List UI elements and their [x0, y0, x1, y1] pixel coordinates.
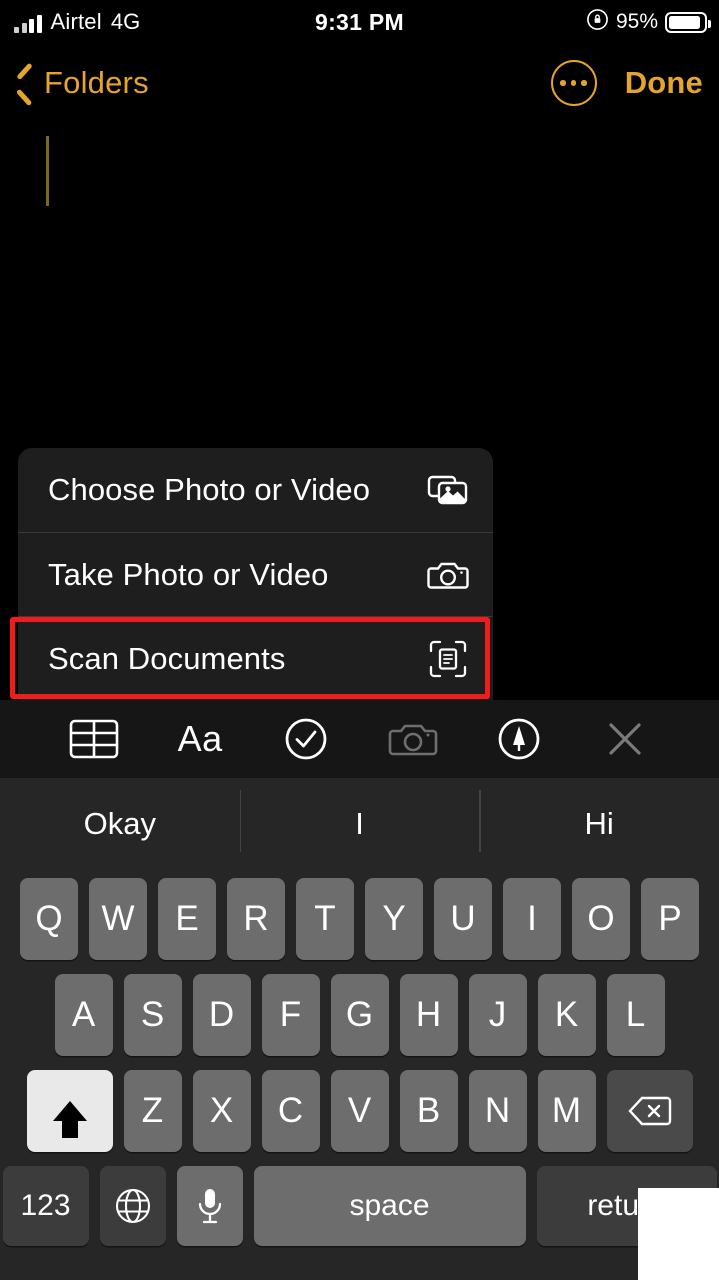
status-bar: Airtel 4G 9:31 PM 95% — [0, 0, 719, 44]
key-x[interactable]: X — [192, 1070, 251, 1152]
back-button-folders[interactable]: Folders — [14, 65, 149, 101]
key-c[interactable]: C — [261, 1070, 320, 1152]
battery-percent-label: 95% — [615, 10, 658, 33]
backspace-key[interactable] — [606, 1070, 693, 1152]
shift-up-arrow-icon — [52, 1101, 87, 1138]
key-t[interactable]: T — [296, 878, 354, 960]
key-m[interactable]: M — [537, 1070, 596, 1152]
chevron-left-icon — [14, 67, 33, 99]
key-l[interactable]: L — [606, 974, 665, 1056]
note-editor-area[interactable] — [0, 122, 719, 434]
key-a[interactable]: A — [54, 974, 113, 1056]
key-w[interactable]: W — [89, 878, 147, 960]
checklist-icon[interactable] — [278, 711, 334, 767]
navigation-bar-right: Done — [550, 60, 703, 106]
format-toolbar: Aa — [0, 700, 719, 778]
numbers-key[interactable]: 123 — [2, 1166, 89, 1246]
onscreen-keyboard: Q W E R T Y U I O P A S D F G H J K L Z — [0, 870, 719, 1280]
key-n[interactable]: N — [468, 1070, 527, 1152]
navigation-bar: Folders Done — [0, 44, 719, 122]
suggestion-i[interactable]: I — [239, 790, 480, 852]
key-y[interactable]: Y — [365, 878, 423, 960]
done-button[interactable]: Done — [625, 65, 703, 101]
keyboard-row-2: A S D F G H J K L — [0, 974, 719, 1056]
key-s[interactable]: S — [123, 974, 182, 1056]
backspace-icon — [627, 1096, 671, 1126]
menu-item-scan-documents[interactable]: Scan Documents — [18, 616, 493, 700]
document-scanner-icon — [425, 639, 471, 679]
keyboard-row-3: Z X C V B N M — [0, 1070, 719, 1152]
microphone-icon — [198, 1189, 221, 1224]
predictive-text-bar: Okay I Hi — [0, 778, 719, 870]
suggestion-hi[interactable]: Hi — [479, 790, 719, 852]
key-h[interactable]: H — [399, 974, 458, 1056]
key-e[interactable]: E — [158, 878, 216, 960]
key-p[interactable]: P — [641, 878, 699, 960]
attachment-menu: Choose Photo or Video Take Photo or Vide… — [18, 448, 493, 700]
key-z[interactable]: Z — [123, 1070, 182, 1152]
menu-item-label: Scan Documents — [48, 640, 286, 676]
menu-item-label: Choose Photo or Video — [48, 472, 371, 507]
key-d[interactable]: D — [192, 974, 251, 1056]
ellipsis-circle-icon[interactable] — [550, 60, 597, 106]
menu-item-choose-photo-or-video[interactable]: Choose Photo or Video — [18, 448, 493, 532]
key-q[interactable]: Q — [20, 878, 78, 960]
keyboard-row-1: Q W E R T Y U I O P — [0, 878, 719, 960]
text-format-icon[interactable]: Aa — [172, 711, 228, 767]
key-r[interactable]: R — [227, 878, 285, 960]
suggestion-okay[interactable]: Okay — [0, 806, 240, 842]
key-v[interactable]: V — [330, 1070, 389, 1152]
white-overlay-patch — [638, 1188, 719, 1280]
key-k[interactable]: K — [537, 974, 596, 1056]
key-o[interactable]: O — [572, 878, 630, 960]
photo-stack-icon — [425, 470, 471, 510]
dictation-key[interactable] — [176, 1166, 243, 1246]
back-button-label: Folders — [44, 65, 149, 100]
table-icon[interactable] — [66, 711, 122, 767]
camera-icon — [425, 555, 471, 595]
rotation-lock-icon — [586, 8, 609, 36]
key-u[interactable]: U — [434, 878, 492, 960]
text-caret — [46, 136, 49, 206]
menu-item-take-photo-or-video[interactable]: Take Photo or Video — [18, 532, 493, 616]
keyboard-row-4: 123 space return — [0, 1166, 719, 1246]
camera-icon[interactable] — [385, 711, 441, 767]
space-key[interactable]: space — [253, 1166, 526, 1246]
status-bar-right: 95% — [586, 8, 711, 36]
key-g[interactable]: G — [330, 974, 389, 1056]
key-i[interactable]: I — [503, 878, 561, 960]
text-format-label: Aa — [177, 718, 223, 759]
key-j[interactable]: J — [468, 974, 527, 1056]
globe-icon — [115, 1188, 150, 1224]
close-icon[interactable] — [597, 711, 653, 767]
key-f[interactable]: F — [261, 974, 320, 1056]
battery-icon — [665, 11, 711, 33]
globe-key[interactable] — [99, 1166, 166, 1246]
iphone-notes-screen: Airtel 4G 9:31 PM 95% Folders Done Choos… — [0, 0, 719, 1280]
menu-item-label: Take Photo or Video — [48, 556, 329, 592]
key-b[interactable]: B — [399, 1070, 458, 1152]
shift-key[interactable] — [26, 1070, 113, 1152]
markup-pen-icon[interactable] — [491, 711, 547, 767]
